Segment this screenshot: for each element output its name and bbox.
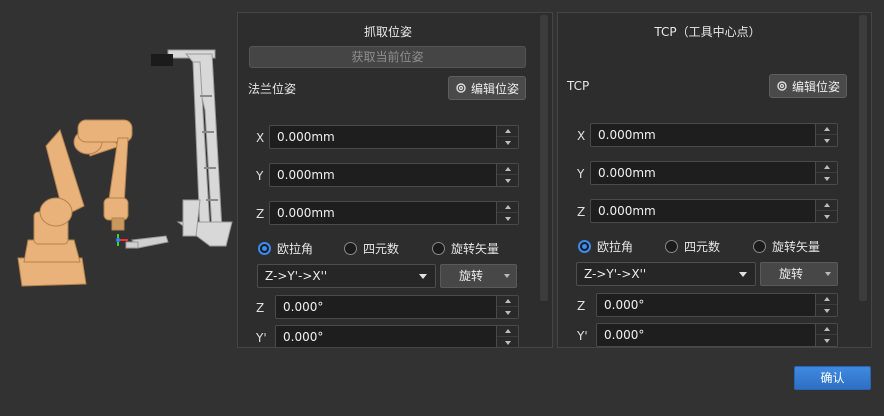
- euler-order-value: Z->Y'->X'': [584, 267, 647, 281]
- increment-icon[interactable]: [816, 294, 837, 305]
- increment-icon[interactable]: [816, 324, 837, 335]
- increment-icon[interactable]: [497, 202, 518, 213]
- decrement-icon[interactable]: [497, 137, 518, 148]
- robot-arm-illustration: [17, 49, 233, 287]
- decrement-icon[interactable]: [497, 213, 518, 224]
- euler-order-select[interactable]: Z->Y'->X'': [576, 262, 756, 286]
- panel-title: TCP（工具中心点）: [654, 25, 761, 39]
- edit-pose-label: 编辑位姿: [792, 79, 841, 94]
- rotation-type-value: 旋转: [779, 267, 804, 281]
- radio-quaternion-label: 四元数: [363, 242, 400, 256]
- y-input[interactable]: 0.000mm: [269, 163, 519, 187]
- angle-y-value: 0.000°: [604, 328, 645, 342]
- angle-y-value: 0.000°: [283, 330, 324, 344]
- z-label: Z: [256, 207, 265, 221]
- get-current-pose-button[interactable]: 获取当前位姿: [249, 46, 526, 68]
- increment-icon[interactable]: [497, 164, 518, 175]
- angle-y-input[interactable]: 0.000°: [596, 323, 838, 347]
- decrement-icon[interactable]: [816, 335, 837, 346]
- radio-rotation-vector-label: 旋转矢量: [772, 240, 821, 254]
- tcp-panel: TCP（工具中心点） TCP 编辑位姿 X 0.000mm Y 0.000mm …: [557, 12, 872, 348]
- angle-y-input[interactable]: 0.000°: [275, 325, 519, 347]
- x-label: X: [256, 131, 265, 145]
- euler-order-value: Z->Y'->X'': [265, 269, 328, 283]
- decrement-icon[interactable]: [816, 305, 837, 316]
- scrollbar[interactable]: [540, 15, 548, 301]
- radio-checked-icon: [258, 242, 271, 255]
- euler-order-select[interactable]: Z->Y'->X'': [257, 264, 436, 288]
- x-value: 0.000mm: [277, 130, 335, 144]
- decrement-icon[interactable]: [497, 175, 518, 186]
- z-value: 0.000mm: [598, 204, 656, 218]
- y-label: Y: [256, 169, 264, 183]
- confirm-button[interactable]: 确认: [794, 366, 871, 390]
- rotation-type-select[interactable]: 旋转: [760, 262, 838, 286]
- y-label: Y: [577, 167, 585, 181]
- radio-quaternion[interactable]: 四元数: [665, 238, 720, 255]
- rotation-type-value: 旋转: [459, 269, 484, 283]
- angle-z-value: 0.000°: [283, 300, 324, 314]
- angle-y-label: Y': [256, 331, 267, 345]
- increment-icon[interactable]: [816, 200, 837, 211]
- increment-icon[interactable]: [497, 296, 518, 307]
- decrement-icon[interactable]: [497, 337, 518, 347]
- z-label: Z: [577, 205, 586, 219]
- radio-quaternion-label: 四元数: [684, 240, 721, 254]
- radio-rotation-vector[interactable]: 旋转矢量: [432, 240, 499, 257]
- gear-icon: [456, 83, 466, 93]
- x-label: X: [577, 129, 586, 143]
- rotation-type-select[interactable]: 旋转: [440, 264, 517, 288]
- decrement-icon[interactable]: [816, 211, 837, 222]
- increment-icon[interactable]: [497, 326, 518, 337]
- edit-pose-button[interactable]: 编辑位姿: [448, 76, 527, 100]
- radio-rotation-vector-label: 旋转矢量: [451, 242, 500, 256]
- increment-icon[interactable]: [816, 162, 837, 173]
- z-input[interactable]: 0.000mm: [269, 201, 519, 225]
- angle-z-input[interactable]: 0.000°: [275, 295, 519, 319]
- angle-z-label: Z: [577, 299, 586, 313]
- flange-pose-label: 法兰位姿: [248, 82, 297, 96]
- y-value: 0.000mm: [598, 166, 656, 180]
- grab-pose-panel: 抓取位姿 获取当前位姿 法兰位姿 编辑位姿 X 0.000mm Y 0.000m…: [237, 12, 553, 348]
- decrement-icon[interactable]: [816, 173, 837, 184]
- radio-quaternion[interactable]: 四元数: [344, 240, 399, 257]
- decrement-icon[interactable]: [816, 135, 837, 146]
- z-input[interactable]: 0.000mm: [590, 199, 838, 223]
- radio-unchecked-icon: [344, 242, 357, 255]
- radio-unchecked-icon: [753, 240, 766, 253]
- z-value: 0.000mm: [277, 206, 335, 220]
- radio-unchecked-icon: [432, 242, 445, 255]
- edit-pose-button[interactable]: 编辑位姿: [769, 74, 848, 98]
- chevron-down-icon: [419, 274, 427, 279]
- x-value: 0.000mm: [598, 128, 656, 142]
- increment-icon[interactable]: [816, 124, 837, 135]
- chevron-down-icon: [739, 272, 747, 277]
- x-input[interactable]: 0.000mm: [590, 123, 838, 147]
- angle-y-label: Y': [577, 329, 588, 343]
- y-value: 0.000mm: [277, 168, 335, 182]
- radio-unchecked-icon: [665, 240, 678, 253]
- y-input[interactable]: 0.000mm: [590, 161, 838, 185]
- angle-z-input[interactable]: 0.000°: [596, 293, 838, 317]
- x-input[interactable]: 0.000mm: [269, 125, 519, 149]
- gear-icon: [777, 81, 787, 91]
- decrement-icon[interactable]: [497, 307, 518, 318]
- radio-checked-icon: [578, 240, 591, 253]
- angle-z-value: 0.000°: [604, 298, 645, 312]
- increment-icon[interactable]: [497, 126, 518, 137]
- angle-z-label: Z: [256, 301, 265, 315]
- scrollbar[interactable]: [859, 15, 867, 301]
- chevron-down-icon: [825, 272, 831, 276]
- tcp-label: TCP: [567, 79, 590, 93]
- edit-pose-label: 编辑位姿: [471, 81, 520, 96]
- radio-euler-label: 欧拉角: [597, 240, 634, 254]
- panel-title: 抓取位姿: [363, 25, 412, 39]
- radio-euler-label: 欧拉角: [277, 242, 314, 256]
- radio-rotation-vector[interactable]: 旋转矢量: [753, 238, 820, 255]
- radio-euler[interactable]: 欧拉角: [578, 238, 633, 255]
- chevron-down-icon: [504, 274, 510, 278]
- robot-3d-viewport[interactable]: [0, 0, 236, 348]
- radio-euler[interactable]: 欧拉角: [258, 240, 313, 257]
